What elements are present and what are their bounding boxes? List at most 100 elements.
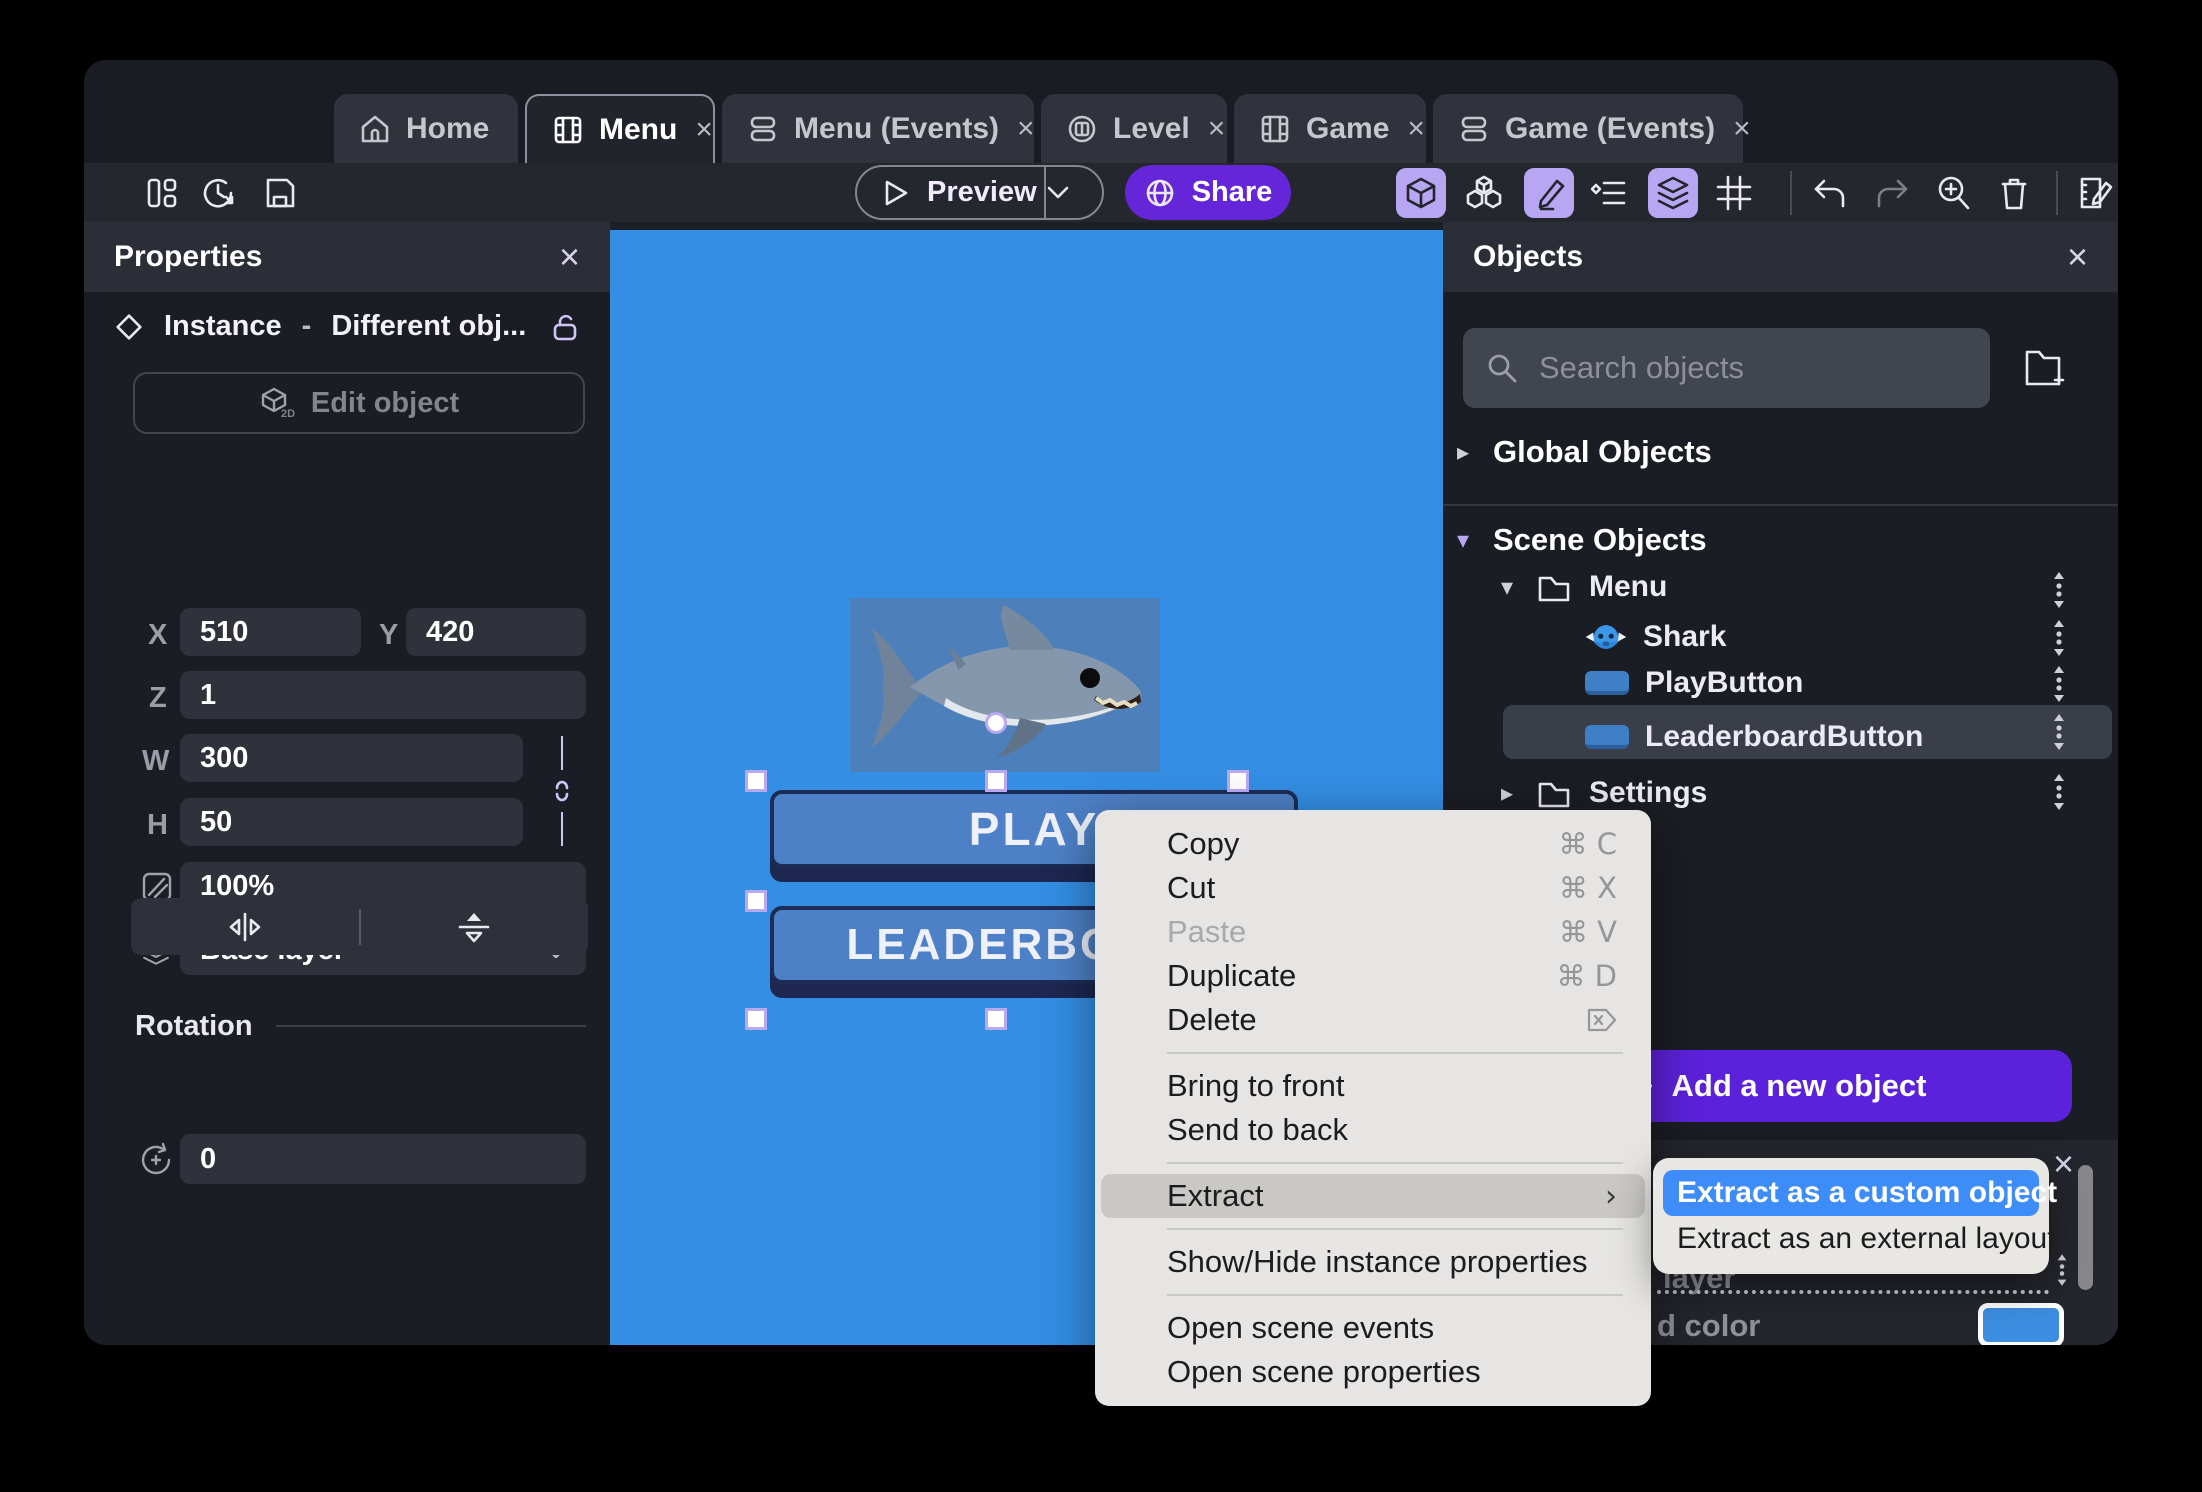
search-objects-box[interactable] (1463, 328, 1990, 408)
menu-item-label: Cut (1167, 870, 1216, 905)
tab-menu[interactable]: Menu × (525, 94, 715, 163)
row-menu-icon[interactable] (2051, 772, 2067, 812)
tab-game-events[interactable]: Game (Events) × (1433, 94, 1751, 163)
submenu-item-extract-custom-object[interactable]: Extract as a custom object (1663, 1170, 2057, 1216)
shark-sprite[interactable] (850, 598, 1160, 772)
submenu-item-extract-external-layout[interactable]: Extract as an external layout (1663, 1216, 2056, 1262)
row-menu-icon[interactable] (2051, 712, 2067, 752)
color-swatch[interactable] (1978, 1303, 2064, 1345)
selection-handle[interactable] (745, 770, 767, 792)
panel-scrollbar[interactable] (2078, 1165, 2093, 1290)
project-manager-icon[interactable] (142, 173, 182, 213)
add-folder-icon[interactable] (2019, 340, 2067, 392)
row-menu-icon[interactable] (2051, 570, 2067, 610)
menu-item-open-scene-events[interactable]: Open scene events (1095, 1306, 1651, 1350)
tab-home[interactable]: Home (334, 94, 518, 163)
search-icon (1488, 354, 1517, 383)
selection-handle[interactable] (985, 770, 1007, 792)
global-objects-section[interactable]: ▸ Global Objects (1451, 434, 1712, 470)
selection-handle[interactable] (985, 1008, 1007, 1030)
tree-label: LeaderboardButton (1645, 720, 1924, 753)
tree-object-shark[interactable]: Shark (1585, 616, 1726, 658)
tab-label: Game (1306, 111, 1390, 145)
close-tab-icon[interactable]: × (1407, 112, 1425, 146)
objects-title: Objects (1473, 240, 1584, 273)
tab-menu-events[interactable]: Menu (Events) × (722, 94, 1035, 163)
edit-tool-icon[interactable] (1524, 168, 1574, 218)
h-input[interactable] (180, 798, 523, 846)
flip-vertical-button[interactable] (361, 898, 589, 955)
edit-object-button[interactable]: 2D Edit object (133, 372, 585, 434)
zoom-in-icon[interactable] (1934, 173, 1974, 213)
menu-item-paste[interactable]: Paste ⌘ V (1095, 910, 1651, 954)
menu-item-cut[interactable]: Cut ⌘ X (1095, 866, 1651, 910)
tree-object-leaderboardbutton[interactable]: LeaderboardButton (1585, 720, 1923, 754)
x-input[interactable] (180, 608, 361, 656)
undo-icon[interactable] (1810, 173, 1850, 213)
trash-icon[interactable] (1994, 173, 2034, 213)
unlock-icon[interactable] (550, 311, 580, 343)
tree-label: Shark (1643, 620, 1727, 653)
background-color-label: d color (1657, 1308, 1761, 1343)
w-input[interactable] (180, 734, 523, 782)
close-tab-icon[interactable]: × (1208, 112, 1226, 146)
instances-tool-icon[interactable] (1464, 173, 1504, 213)
objects-header: Objects × (1443, 222, 2118, 292)
tab-game[interactable]: Game × (1234, 94, 1426, 163)
wh-link-line (561, 812, 563, 846)
wh-link-icon[interactable] (550, 778, 574, 804)
selection-handle[interactable] (745, 1008, 767, 1030)
menu-shortcut: ⌘ D (1556, 959, 1617, 993)
menu-item-duplicate[interactable]: Duplicate ⌘ D (1095, 954, 1651, 998)
rotate-handle[interactable] (985, 712, 1007, 734)
play-icon (885, 180, 908, 205)
menu-item-bring-to-front[interactable]: Bring to front (1095, 1064, 1651, 1108)
row-menu-icon[interactable] (2051, 618, 2067, 658)
play-button-label: PLAY (968, 803, 1100, 855)
tree-object-playbutton[interactable]: PlayButton (1585, 666, 1803, 700)
menu-item-delete[interactable]: Delete (1095, 998, 1651, 1042)
tab-bar: Home Menu × Menu (Events) × Level × Game… (334, 94, 1751, 163)
objects-tool-icon[interactable] (1396, 168, 1446, 218)
layers-tool-icon[interactable] (1648, 168, 1698, 218)
menu-item-copy[interactable]: Copy ⌘ C (1095, 822, 1651, 866)
close-objects-icon[interactable]: × (2067, 239, 2088, 275)
redo-icon[interactable] (1872, 173, 1912, 213)
menu-item-label: Bring to front (1167, 1068, 1345, 1103)
selection-handle[interactable] (1227, 770, 1249, 792)
grid-icon[interactable] (1714, 173, 1754, 213)
scene-icon (554, 116, 582, 143)
object-2d-icon: 2D (261, 387, 295, 420)
chevron-down-icon: ▾ (1500, 573, 1514, 601)
scene-objects-section[interactable]: ▾ Scene Objects (1451, 522, 1707, 558)
history-icon[interactable] (198, 173, 238, 213)
z-input[interactable] (180, 671, 586, 719)
preview-options-chevron-icon[interactable] (1046, 185, 1102, 201)
h-label: H (147, 809, 168, 841)
tab-level[interactable]: Level × (1041, 94, 1227, 163)
selection-handle[interactable] (745, 890, 767, 912)
close-tab-icon[interactable]: × (695, 113, 713, 147)
close-properties-icon[interactable]: × (559, 239, 580, 275)
tree-folder-settings[interactable]: ▸ Settings (1495, 776, 1707, 810)
close-tab-icon[interactable]: × (1017, 112, 1035, 146)
rotation-input[interactable] (180, 1134, 586, 1184)
search-objects-input[interactable] (1539, 350, 1968, 386)
row-menu-icon[interactable] (2055, 1252, 2069, 1288)
y-input[interactable] (406, 608, 586, 656)
edit-scene-events-icon[interactable] (2074, 173, 2114, 213)
preview-button[interactable]: Preview (855, 165, 1104, 220)
menu-item-open-scene-properties[interactable]: Open scene properties (1095, 1350, 1651, 1394)
close-tab-icon[interactable]: × (1733, 112, 1751, 146)
save-icon[interactable] (260, 173, 300, 213)
menu-item-send-to-back[interactable]: Send to back (1095, 1108, 1651, 1152)
row-menu-icon[interactable] (2051, 664, 2067, 704)
flip-horizontal-button[interactable] (131, 898, 359, 955)
tree-folder-menu[interactable]: ▾ Menu (1495, 570, 1667, 604)
share-button[interactable]: Share (1125, 165, 1291, 220)
menu-item-extract[interactable]: Extract › (1101, 1174, 1645, 1218)
rotation-icon (141, 1142, 171, 1175)
menu-item-show-hide-instance-properties[interactable]: Show/Hide instance properties (1095, 1240, 1651, 1284)
menu-item-label: Send to back (1167, 1112, 1348, 1147)
instance-properties-icon[interactable] (1588, 173, 1628, 213)
